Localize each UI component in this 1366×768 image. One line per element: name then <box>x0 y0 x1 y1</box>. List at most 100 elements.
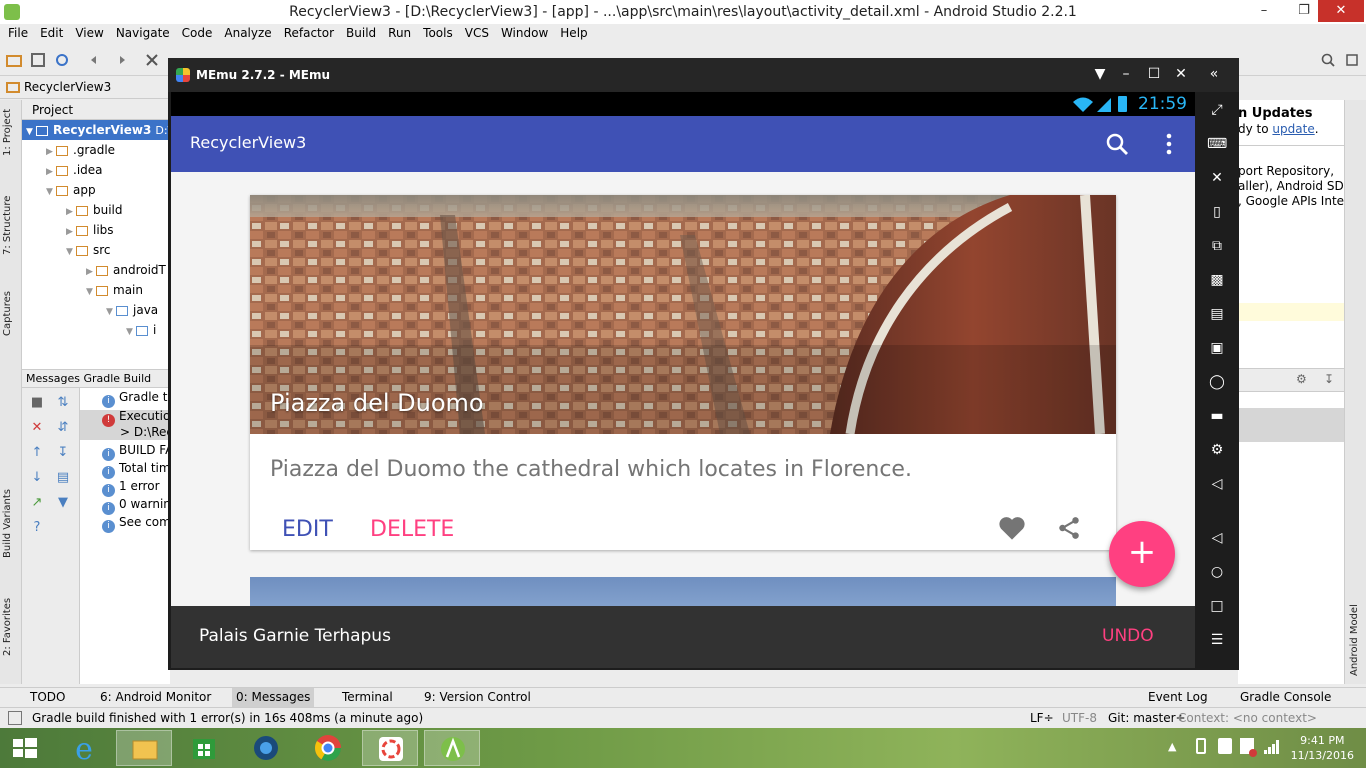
line-separator[interactable]: LF÷ <box>1030 711 1054 725</box>
tab-messages[interactable]: 0: Messages <box>232 688 315 707</box>
menu-analyze[interactable]: Analyze <box>218 24 277 44</box>
git-branch[interactable]: Git: master÷ <box>1108 711 1186 725</box>
project-tree-row[interactable]: ▼ i <box>22 320 170 340</box>
keyboard-icon[interactable]: ⌨ <box>1207 134 1227 154</box>
menu-edit[interactable]: Edit <box>34 24 69 44</box>
minimize-button[interactable]: – <box>1246 0 1282 22</box>
tab-terminal[interactable]: Terminal <box>342 690 393 704</box>
help-icon[interactable] <box>1344 52 1360 68</box>
media-player-icon[interactable] <box>238 730 294 766</box>
back-nav-icon[interactable]: ◁ <box>1207 528 1227 548</box>
restore-button[interactable]: ❐ <box>1286 0 1322 22</box>
menu-window[interactable]: Window <box>495 24 554 44</box>
settings-icon[interactable]: ⚙ <box>1207 440 1227 460</box>
tree-expand-arrow-icon[interactable]: ▼ <box>46 182 56 202</box>
menu-code[interactable]: Code <box>176 24 219 44</box>
menu-vcs[interactable]: VCS <box>459 24 495 44</box>
sync-icon[interactable] <box>54 52 70 68</box>
snackbar-undo-button[interactable]: UNDO <box>1102 626 1154 646</box>
memu-maximize-icon[interactable]: ☐ <box>1144 66 1164 82</box>
home-nav-icon[interactable]: ○ <box>1207 562 1227 582</box>
menu-file[interactable]: File <box>2 24 34 44</box>
fullscreen-icon[interactable]: ⤢ <box>1207 100 1227 120</box>
search-icon[interactable] <box>1105 132 1129 156</box>
tree-expand-arrow-icon[interactable]: ▶ <box>46 162 56 182</box>
mobile-device-icon[interactable] <box>1218 738 1232 754</box>
project-tree-row[interactable]: ▶ build <box>22 200 170 220</box>
tree-expand-arrow-icon[interactable]: ▶ <box>66 222 76 242</box>
tray-overflow-icon[interactable]: ▲ <box>1168 740 1176 753</box>
project-tree-row[interactable]: ▶ androidT <box>22 260 170 280</box>
store-icon[interactable] <box>176 730 232 766</box>
breadcrumb-project[interactable]: RecyclerView3 <box>24 80 111 94</box>
help-question-icon[interactable]: ? <box>30 521 44 535</box>
menu-navigate[interactable]: Navigate <box>110 24 176 44</box>
save-icon[interactable] <box>30 52 46 68</box>
project-tree-row[interactable]: ▼ RecyclerView3 D:\ <box>22 120 170 140</box>
tree-expand-arrow-icon[interactable]: ▼ <box>66 242 76 262</box>
screenshot-icon[interactable]: ▣ <box>1207 338 1227 358</box>
filter-icon[interactable]: ▼ <box>56 496 70 510</box>
tab-project[interactable]: 1: Project <box>2 109 13 156</box>
tree-expand-arrow-icon[interactable]: ▶ <box>66 202 76 222</box>
tree-expand-arrow-icon[interactable]: ▶ <box>86 262 96 282</box>
next-message-icon[interactable]: ↓ <box>30 471 44 485</box>
memu-taskbar-icon[interactable] <box>362 730 418 766</box>
memu-menu-dropdown-icon[interactable]: ▼ <box>1090 66 1110 82</box>
record-video-icon[interactable]: ▬ <box>1207 406 1227 426</box>
project-panel-header[interactable]: Project <box>22 100 170 120</box>
search-everywhere-icon[interactable] <box>1320 52 1336 68</box>
file-encoding[interactable]: UTF-8 <box>1062 711 1097 725</box>
project-tree-row[interactable]: ▼ src <box>22 240 170 260</box>
tree-expand-arrow-icon[interactable]: ▼ <box>126 322 136 342</box>
tab-gradle-console[interactable]: Gradle Console <box>1240 690 1331 704</box>
previous-message-icon[interactable]: ↑ <box>30 446 44 460</box>
rotate-icon[interactable]: ⧉ <box>1207 236 1227 256</box>
tree-expand-arrow-icon[interactable]: ▶ <box>46 142 56 162</box>
context-indicator[interactable]: Context: <no context> <box>1178 711 1317 725</box>
message-row[interactable]: i 0 warnin <box>102 497 171 515</box>
open-folder-icon[interactable] <box>6 52 22 68</box>
place-card[interactable]: Piazza del Duomo Piazza del Duomo the ca… <box>250 195 1116 550</box>
share-icon[interactable] <box>1056 515 1082 541</box>
project-tree-row[interactable]: ▶ libs <box>22 220 170 240</box>
memu-minimize-icon[interactable]: – <box>1116 66 1136 82</box>
volume-icon[interactable]: ◁ <box>1207 474 1227 494</box>
overflow-menu-icon[interactable] <box>1157 132 1181 156</box>
memu-collapse-sidebar-icon[interactable]: « <box>1204 66 1224 82</box>
tab-todo[interactable]: TODO <box>30 690 65 704</box>
more-menu-icon[interactable]: ☰ <box>1207 630 1227 650</box>
android-studio-taskbar-icon[interactable] <box>424 730 480 766</box>
chrome-icon[interactable] <box>300 730 356 766</box>
menu-tools[interactable]: Tools <box>417 24 459 44</box>
edit-button[interactable]: EDIT <box>282 517 333 542</box>
cut-icon[interactable] <box>144 52 160 68</box>
hide-panel-icon[interactable]: ↧ <box>1324 372 1334 386</box>
add-fab-button[interactable]: + <box>1109 521 1175 587</box>
menu-run[interactable]: Run <box>382 24 417 44</box>
project-tree-row[interactable]: ▶ .idea <box>22 160 170 180</box>
message-row[interactable]: i See com <box>102 515 171 533</box>
stop-icon[interactable]: ■ <box>30 396 44 410</box>
battery-icon[interactable] <box>1196 738 1206 754</box>
menu-help[interactable]: Help <box>554 24 593 44</box>
tree-expand-arrow-icon[interactable]: ▼ <box>86 282 96 302</box>
menu-view[interactable]: View <box>69 24 109 44</box>
tree-expand-arrow-icon[interactable]: ▼ <box>26 122 36 142</box>
tab-build-variants[interactable]: Build Variants <box>2 489 13 558</box>
tab-android-model[interactable]: Android Model <box>1349 604 1360 676</box>
export-icon[interactable]: ↧ <box>56 446 70 460</box>
tree-expand-arrow-icon[interactable]: ▼ <box>106 302 116 322</box>
vibrate-icon[interactable]: ▯ <box>1207 202 1227 222</box>
delete-button[interactable]: DELETE <box>370 517 454 542</box>
undo-icon[interactable] <box>88 52 104 68</box>
menu-refactor[interactable]: Refactor <box>278 24 340 44</box>
redo-icon[interactable] <box>112 52 128 68</box>
message-row[interactable]: i 1 error <box>102 479 160 497</box>
favorite-heart-icon[interactable] <box>998 515 1026 541</box>
tab-android-monitor[interactable]: 6: Android Monitor <box>100 690 211 704</box>
shake-icon[interactable]: ✕ <box>1207 168 1227 188</box>
settings-gear-icon[interactable]: ⚙ <box>1296 372 1307 386</box>
tab-structure[interactable]: 7: Structure <box>2 196 13 255</box>
file-explorer-icon[interactable] <box>116 730 172 766</box>
